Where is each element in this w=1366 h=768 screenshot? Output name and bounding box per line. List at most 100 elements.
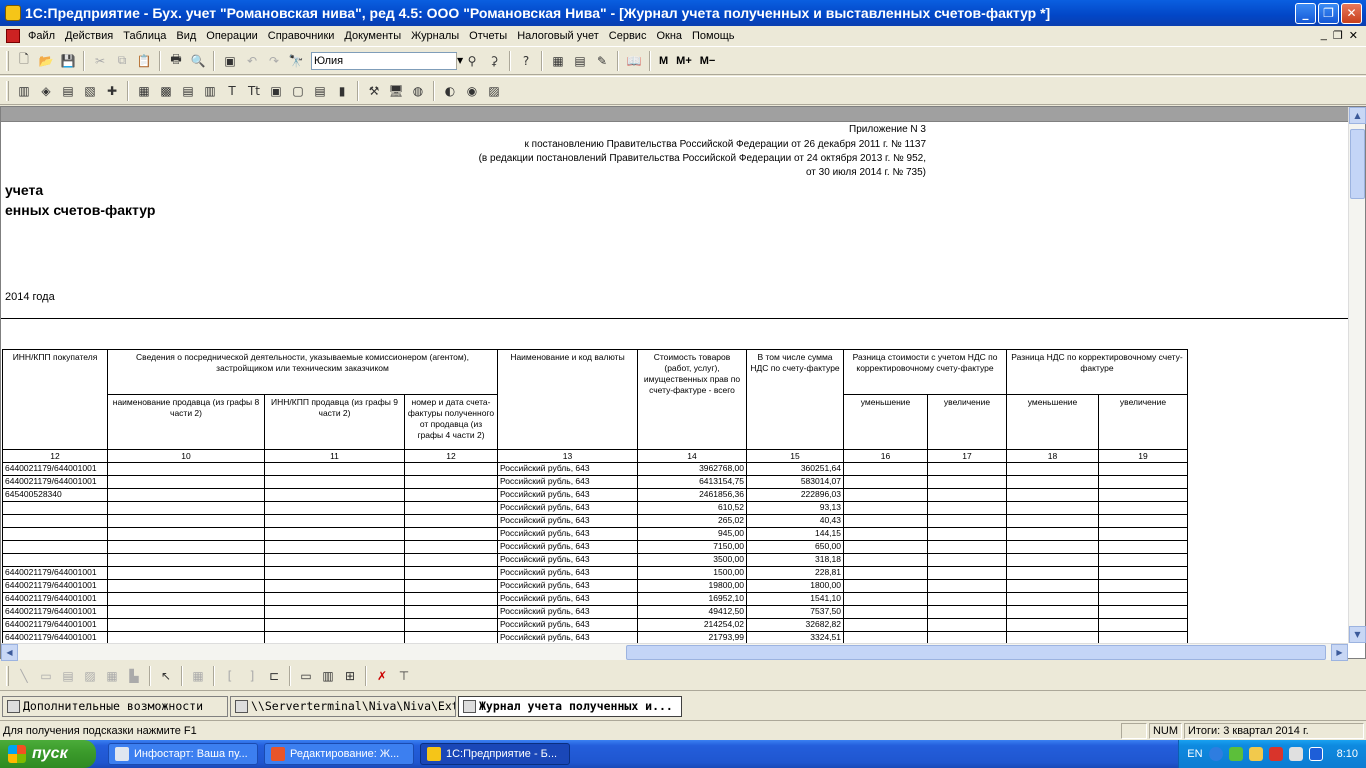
cell-seller-name[interactable]: [107, 553, 265, 567]
cell-inn-buyer[interactable]: 6440021179/644001001: [2, 631, 108, 643]
cell-cost[interactable]: 16952,10: [637, 592, 747, 606]
find-next-icon[interactable]: ⚲: [462, 51, 482, 71]
cell-vat-increase[interactable]: [1098, 618, 1188, 632]
cell-vat-increase[interactable]: [1098, 462, 1188, 476]
cell-vat-decrease[interactable]: [1006, 631, 1099, 643]
cell-cost[interactable]: 214254,02: [637, 618, 747, 632]
cell-cost-decrease[interactable]: [843, 592, 928, 606]
back-arrow-icon[interactable]: [1208, 747, 1223, 761]
antivirus-icon[interactable]: [1268, 747, 1283, 761]
cell-vat-increase[interactable]: [1098, 540, 1188, 554]
menu-windows[interactable]: Окна: [651, 30, 687, 42]
monitor-icon[interactable]: 🖥: [386, 81, 406, 101]
cell-cost-decrease[interactable]: [843, 475, 928, 489]
table-row[interactable]: Российский рубль, 643 945,00 144,15: [2, 527, 1188, 541]
cell-vat-increase[interactable]: [1098, 579, 1188, 593]
cell-cost-decrease[interactable]: [843, 553, 928, 567]
cell-seller-inn[interactable]: [264, 618, 405, 632]
book-icon[interactable]: 📖: [624, 51, 644, 71]
cell-currency[interactable]: Российский рубль, 643: [497, 514, 638, 528]
cell-seller-name[interactable]: [107, 462, 265, 476]
cell-seller-inn[interactable]: [264, 527, 405, 541]
cell-inn-buyer[interactable]: 6440021179/644001001: [2, 592, 108, 606]
tray-app-icon[interactable]: [1228, 747, 1243, 761]
cell-seller-name[interactable]: [107, 527, 265, 541]
mdi-restore-button[interactable]: ❐: [1333, 29, 1343, 42]
borders-icon[interactable]: ⊤: [394, 666, 414, 686]
cell-seller-inn[interactable]: [264, 553, 405, 567]
line-icon[interactable]: ╲: [14, 666, 34, 686]
minimize-button[interactable]: _: [1295, 2, 1316, 24]
ole-object-icon[interactable]: ▦: [102, 666, 122, 686]
cell-vat-decrease[interactable]: [1006, 566, 1099, 580]
cell-cost-decrease[interactable]: [843, 579, 928, 593]
cell-cost-increase[interactable]: [927, 579, 1007, 593]
cell-seller-name[interactable]: [107, 592, 265, 606]
paste-icon[interactable]: 📋: [134, 51, 154, 71]
cell-currency[interactable]: Российский рубль, 643: [497, 579, 638, 593]
table-row[interactable]: 6440021179/644001001 Российский рубль, 64…: [2, 605, 1188, 619]
cell-seller-inn[interactable]: [264, 605, 405, 619]
save-icon[interactable]: 💾: [58, 51, 78, 71]
table-row[interactable]: Российский рубль, 643 7150,00 650,00: [2, 540, 1188, 554]
cell-currency[interactable]: Российский рубль, 643: [497, 462, 638, 476]
report-balance-icon[interactable]: ▦: [134, 81, 154, 101]
table-row[interactable]: 6440021179/644001001 Российский рубль, 64…: [2, 618, 1188, 632]
vertical-scroll-thumb[interactable]: [1350, 129, 1365, 199]
cell-seller-inn[interactable]: [264, 462, 405, 476]
cell-vat[interactable]: 93,13: [746, 501, 844, 515]
documents-journal-icon[interactable]: ▧: [80, 81, 100, 101]
cell-vat-decrease[interactable]: [1006, 462, 1099, 476]
menu-operations[interactable]: Операции: [201, 30, 262, 42]
start-button[interactable]: пуск: [0, 740, 96, 768]
image-icon[interactable]: ▨: [484, 81, 504, 101]
memory-plus-button[interactable]: M+: [676, 55, 692, 67]
toolbar-grip[interactable]: [6, 50, 9, 71]
notes-icon[interactable]: ✎: [592, 51, 612, 71]
find-icon[interactable]: 🔭: [286, 51, 306, 71]
cell-cost-increase[interactable]: [927, 566, 1007, 580]
vertical-scrollbar[interactable]: ▲ ▼: [1348, 107, 1366, 643]
cell-cost[interactable]: 7150,00: [637, 540, 747, 554]
new-file-icon[interactable]: 🗋: [14, 51, 34, 71]
cell-vat[interactable]: 228,81: [746, 566, 844, 580]
table-row[interactable]: Российский рубль, 643 3500,00 318,18: [2, 553, 1188, 567]
user-combo[interactable]: ▼: [311, 51, 464, 70]
cell-cost[interactable]: 21793,99: [637, 631, 747, 643]
horizontal-scroll-thumb[interactable]: [626, 645, 1326, 660]
cell-seller-inn[interactable]: [264, 514, 405, 528]
language-indicator[interactable]: EN: [1187, 748, 1202, 760]
cell-cost-increase[interactable]: [927, 618, 1007, 632]
taskbar-item-active[interactable]: 1С:Предприятие - Б...: [420, 743, 570, 765]
cell-currency[interactable]: Российский рубль, 643: [497, 488, 638, 502]
tools-icon[interactable]: ⚒: [364, 81, 384, 101]
cell-inn-buyer[interactable]: [2, 540, 108, 554]
cell-vat[interactable]: 7537,50: [746, 605, 844, 619]
report-card-icon[interactable]: ▣: [266, 81, 286, 101]
cell-currency[interactable]: Российский рубль, 643: [497, 566, 638, 580]
cell-seller-inn[interactable]: [264, 579, 405, 593]
memory-button[interactable]: M: [659, 55, 668, 67]
picture-icon[interactable]: ▨: [80, 666, 100, 686]
cell-cost-decrease[interactable]: [843, 540, 928, 554]
report-tt-icon[interactable]: Tt: [244, 81, 264, 101]
pointer-icon[interactable]: ↖: [156, 666, 176, 686]
cell-vat[interactable]: 222896,03: [746, 488, 844, 502]
calendar-icon[interactable]: ▤: [570, 51, 590, 71]
cell-inn-buyer[interactable]: [2, 553, 108, 567]
cell-vat-increase[interactable]: [1098, 553, 1188, 567]
cell-vat-increase[interactable]: [1098, 631, 1188, 643]
cell-vat-increase[interactable]: [1098, 501, 1188, 515]
table-row[interactable]: 6440021179/644001001 Российский рубль, 64…: [2, 566, 1188, 580]
print-preview-icon[interactable]: 🔍: [188, 51, 208, 71]
toolbar-grip[interactable]: [6, 665, 9, 686]
cell-invoice-number[interactable]: [404, 592, 498, 606]
cell-invoice-number[interactable]: [404, 566, 498, 580]
cell-cost[interactable]: 1500,00: [637, 566, 747, 580]
taskbar-item[interactable]: Редактирование: Ж...: [264, 743, 414, 765]
open-folder-icon[interactable]: 📂: [36, 51, 56, 71]
cell-invoice-number[interactable]: [404, 527, 498, 541]
cell-invoice-number[interactable]: [404, 605, 498, 619]
cell-inn-buyer[interactable]: 6440021179/644001001: [2, 462, 108, 476]
cell-invoice-number[interactable]: [404, 579, 498, 593]
